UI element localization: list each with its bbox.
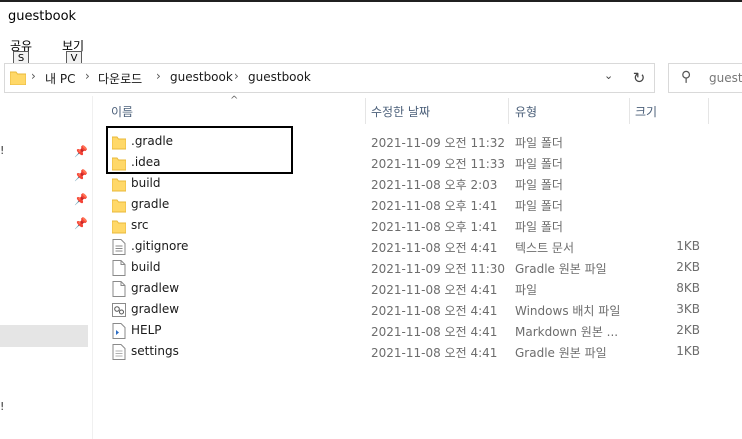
file-type: 파일 폴더 — [515, 178, 563, 192]
search-input[interactable]: ⚲ guestb — [668, 63, 742, 93]
highlight-annotation-box — [106, 126, 293, 174]
file-name: HELP — [131, 323, 162, 337]
file-type: 파일 — [515, 283, 538, 297]
file-size: 3KB — [676, 302, 700, 316]
file-date: 2021-11-09 오전 11:32 — [371, 136, 506, 150]
file-type: 파일 폴더 — [515, 136, 563, 150]
file-date: 2021-11-08 오전 4:41 — [371, 325, 498, 339]
pin-icon[interactable]: 📌 — [74, 169, 88, 182]
file-name: gradlew — [131, 302, 180, 316]
file-type: Gradle 원본 파일 — [515, 262, 607, 276]
breadcrumb-guestbook-current[interactable]: guestbook — [248, 70, 311, 84]
folder-icon — [112, 220, 126, 234]
breadcrumb-separator[interactable]: › — [234, 69, 239, 83]
column-header-type[interactable]: 유형 — [515, 103, 537, 120]
pin-icon[interactable]: 📌 — [74, 145, 88, 158]
file-row[interactable]: gradlew 2021-11-08 오전 4:41 파일 8KB — [104, 278, 708, 299]
file-icon — [112, 260, 126, 276]
file-date: 2021-11-09 오전 11:33 — [371, 157, 506, 171]
file-date: 2021-11-08 오후 1:41 — [371, 220, 498, 234]
address-bar[interactable]: › 내 PC › 다운로드 › guestbook › guestbook ⌄ — [4, 63, 626, 93]
nav-item-fragment[interactable]: ! — [0, 144, 4, 157]
column-divider[interactable] — [365, 98, 366, 124]
file-type: 텍스트 문서 — [515, 241, 575, 255]
navigation-pane[interactable]: ! 📌 📌 📌 📌 ! — [0, 96, 93, 439]
breadcrumb-separator[interactable]: › — [156, 69, 161, 83]
file-row[interactable]: HELP 2021-11-08 오전 4:41 Markdown 원본 ... … — [104, 320, 708, 341]
folder-icon — [10, 71, 26, 85]
file-name: .gitignore — [131, 239, 189, 253]
refresh-button[interactable]: ↻ — [624, 63, 655, 93]
file-row[interactable]: settings 2021-11-08 오전 4:41 Gradle 원본 파일… — [104, 341, 708, 362]
file-size: 2KB — [676, 260, 700, 274]
file-icon — [112, 344, 126, 360]
file-icon — [112, 281, 126, 297]
sort-ascending-icon: ^ — [230, 95, 239, 106]
file-type: 파일 폴더 — [515, 199, 563, 213]
window-title: guestbook — [8, 9, 77, 24]
text-file-icon — [112, 239, 126, 255]
batch-file-icon — [112, 303, 126, 317]
file-type: 파일 폴더 — [515, 220, 563, 234]
nav-item-selected[interactable] — [0, 325, 88, 347]
file-type: Markdown 원본 ... — [515, 325, 619, 339]
column-header-date[interactable]: 수정한 날짜 — [371, 103, 430, 120]
file-date: 2021-11-08 오후 2:03 — [371, 178, 498, 192]
window-top-border — [0, 0, 742, 2]
file-name: build — [131, 260, 161, 274]
folder-icon — [112, 178, 126, 192]
file-date: 2021-11-08 오전 4:41 — [371, 241, 498, 255]
file-row[interactable]: gradle 2021-11-08 오후 1:41 파일 폴더 — [104, 194, 708, 215]
file-date: 2021-11-09 오전 11:30 — [371, 262, 506, 276]
nav-item-fragment[interactable]: ! — [0, 400, 4, 413]
breadcrumb-guestbook[interactable]: guestbook — [170, 70, 233, 84]
address-dropdown-icon[interactable]: ⌄ — [604, 69, 613, 82]
file-name: build — [131, 176, 161, 190]
file-size: 8KB — [676, 281, 700, 295]
column-divider[interactable] — [629, 98, 630, 124]
search-placeholder: guestb — [709, 71, 742, 85]
file-date: 2021-11-08 오전 4:41 — [371, 283, 498, 297]
file-date: 2021-11-08 오후 1:41 — [371, 199, 498, 213]
file-row[interactable]: build 2021-11-09 오전 11:30 Gradle 원본 파일 2… — [104, 257, 708, 278]
pin-icon[interactable]: 📌 — [74, 193, 88, 206]
pin-icon[interactable]: 📌 — [74, 217, 88, 230]
breadcrumb-downloads[interactable]: 다운로드 — [98, 70, 142, 87]
column-divider[interactable] — [708, 98, 709, 124]
file-type: Gradle 원본 파일 — [515, 346, 607, 360]
breadcrumb-this-pc[interactable]: 내 PC — [45, 70, 75, 87]
file-size: 1KB — [676, 344, 700, 358]
file-name: settings — [131, 344, 179, 358]
breadcrumb-separator[interactable]: › — [31, 69, 36, 83]
column-header-name[interactable]: 이름 — [111, 103, 133, 120]
file-row[interactable]: build 2021-11-08 오후 2:03 파일 폴더 — [104, 173, 708, 194]
file-name: src — [131, 218, 149, 232]
file-type: 파일 폴더 — [515, 157, 563, 171]
column-divider[interactable] — [508, 98, 509, 124]
file-type: Windows 배치 파일 — [515, 304, 621, 318]
file-date: 2021-11-08 오전 4:41 — [371, 304, 498, 318]
file-name: gradlew — [131, 281, 180, 295]
markdown-file-icon — [112, 323, 126, 339]
file-size: 1KB — [676, 239, 700, 253]
search-icon: ⚲ — [681, 69, 692, 85]
file-row[interactable]: .gitignore 2021-11-08 오전 4:41 텍스트 문서 1KB — [104, 236, 708, 257]
breadcrumb-separator[interactable]: › — [85, 69, 90, 83]
file-date: 2021-11-08 오전 4:41 — [371, 346, 498, 360]
file-name: gradle — [131, 197, 170, 211]
file-row[interactable]: src 2021-11-08 오후 1:41 파일 폴더 — [104, 215, 708, 236]
folder-icon — [112, 199, 126, 213]
file-size: 2KB — [676, 323, 700, 337]
file-row[interactable]: gradlew 2021-11-08 오전 4:41 Windows 배치 파일… — [104, 299, 708, 320]
column-header-size[interactable]: 크기 — [635, 103, 657, 120]
